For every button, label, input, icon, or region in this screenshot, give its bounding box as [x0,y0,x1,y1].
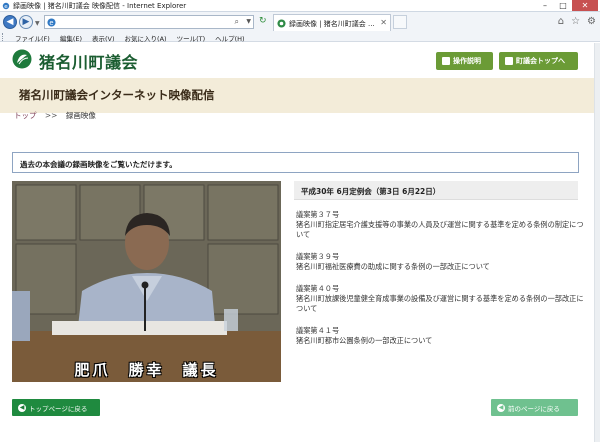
forward-nav-button[interactable]: ▶ [19,15,33,29]
window-controls: – □ ✕ [536,0,598,11]
minimize-button[interactable]: – [536,0,554,11]
browser-navbar: ◀ ▶ ▼ e ⌕ ▼ ↻ 録画映像 | 猪名川町議会 ... ✕ ⌂ ☆ ⚙ [0,12,600,32]
home-icon[interactable]: ⌂ [558,16,564,27]
menu-item[interactable]: ヘルプ(H) [210,33,249,43]
town-logo-icon[interactable] [12,49,32,69]
new-tab-button[interactable] [393,15,407,29]
site-name[interactable]: 猪名川町議会 [39,49,138,73]
maximize-button[interactable]: □ [554,0,572,11]
agenda-item-description: 猪名川町都市公園条例の一部改正について [296,336,433,345]
building-icon [505,57,513,65]
session-header: 平成30年 6月定例会（第3日 6月22日） [294,181,578,200]
video-player[interactable]: 肥爪 勝幸 議長 [12,181,281,382]
arrow-left-icon: ◀ [497,403,505,412]
page-title: 猪名川町議会インターネット映像配信 [19,88,215,102]
window-title: 録画映像 | 猪名川町議会 映像配信 - Internet Explorer [13,2,187,10]
agenda-item-description: 猪名川町福祉医療費の助成に関する条例の一部改正について [296,262,490,271]
agenda-item-number: 議案第４０号 [296,284,340,293]
settings-gear-icon[interactable]: ⚙ [587,16,596,27]
history-dropdown-icon[interactable]: ▼ [35,20,40,27]
agenda-item-number: 議案第３９号 [296,252,340,261]
browser-tools: ⌂ ☆ ⚙ [558,16,596,27]
menu-bar: ファイル(F) 編集(E) 表示(V) お気に入り(A) ツール(T) ヘルプ(H) [0,32,600,43]
guide-button-label: 操作説明 [453,57,481,65]
svg-text:e: e [49,19,53,27]
page-banner: 猪名川町議会インターネット映像配信 [0,78,594,113]
agenda-item[interactable]: 議案第４１号 猪名川町都市公園条例の一部改正について [296,326,584,346]
video-frame [12,181,281,382]
agenda-item-number: 議案第４１号 [296,326,340,335]
breadcrumb: トップ >> 録画映像 [14,110,96,121]
menu-item[interactable]: お気に入り(A) [120,33,172,43]
menubar-grip [2,33,4,41]
notice-box: 過去の本会議の録画映像をご覧いただけます。 [12,152,579,173]
agenda-item-description: 猪名川町指定居宅介護支援等の事業の人員及び運営に関する基準を定める条例の制定につ… [296,220,584,239]
ie-logo-icon: e [2,2,10,10]
council-top-button[interactable]: 町議会トップへ [499,52,578,70]
address-dropdown-icon[interactable]: ▼ [246,18,251,25]
agenda-list: 議案第３７号 猪名川町指定居宅介護支援等の事業の人員及び運営に関する基準を定める条… [296,210,584,358]
menu-item[interactable]: 編集(E) [55,33,87,43]
arrow-left-icon: ◀ [18,403,26,412]
refresh-icon[interactable]: ↻ [259,16,267,26]
menu-item[interactable]: ファイル(F) [10,33,55,43]
window-titlebar: e 録画映像 | 猪名川町議会 映像配信 - Internet Explorer… [0,0,600,12]
guide-button[interactable]: 操作説明 [436,52,493,70]
breadcrumb-current: 録画映像 [65,111,96,120]
web-page: 猪名川町議会 操作説明 町議会トップへ 猪名川町議会インターネット映像配信 トッ… [0,43,594,442]
notice-text: 過去の本会議の録画映像をご覧いただけます。 [20,160,177,169]
agenda-item[interactable]: 議案第３９号 猪名川町福祉医療費の助成に関する条例の一部改正について [296,252,584,272]
site-favicon-icon [277,19,286,28]
menu-item[interactable]: 表示(V) [87,33,120,43]
previous-page-label: 前のページに戻る [508,404,560,413]
menu-item[interactable]: ツール(T) [172,33,211,43]
favorites-star-icon[interactable]: ☆ [571,16,580,27]
back-nav-button[interactable]: ◀ [3,15,17,29]
video-caption: 肥爪 勝幸 議長 [74,361,219,379]
agenda-item[interactable]: 議案第４０号 猪名川町放課後児童健全育成事業の設備及び運営に関する基準を定める条例… [296,284,584,314]
svg-text:e: e [4,4,8,10]
breadcrumb-home-link[interactable]: トップ [14,111,37,120]
ie-page-icon: e [47,18,56,27]
page-scrollbar[interactable] [594,43,600,442]
council-top-button-label: 町議会トップへ [516,57,565,65]
back-to-top-page-label: トップページに戻る [29,404,88,413]
session-title: 平成30年 6月定例会（第3日 6月22日） [301,187,441,196]
breadcrumb-separator: >> [44,111,58,120]
menu-items: ファイル(F) 編集(E) 表示(V) お気に入り(A) ツール(T) ヘルプ(H) [10,33,250,43]
guide-icon [442,57,450,65]
tab-title: 録画映像 | 猪名川町議会 ... [289,20,375,28]
agenda-item-number: 議案第３７号 [296,210,340,219]
tab-close-icon[interactable]: ✕ [380,18,387,27]
previous-page-button[interactable]: ◀ 前のページに戻る [491,399,578,416]
site-header: 猪名川町議会 操作説明 町議会トップへ [0,43,594,78]
agenda-item[interactable]: 議案第３７号 猪名川町指定居宅介護支援等の事業の人員及び運営に関する基準を定める条… [296,210,584,240]
agenda-item-description: 猪名川町放課後児童健全育成事業の設備及び運営に関する基準を定める条例の一部改正に… [296,294,584,313]
search-icon[interactable]: ⌕ [235,17,239,27]
browser-tab[interactable]: 録画映像 | 猪名川町議会 ... ✕ [273,14,391,31]
close-window-button[interactable]: ✕ [572,0,598,11]
back-to-top-page-button[interactable]: ◀ トップページに戻る [12,399,100,416]
address-bar[interactable]: e ⌕ ▼ [44,15,254,29]
